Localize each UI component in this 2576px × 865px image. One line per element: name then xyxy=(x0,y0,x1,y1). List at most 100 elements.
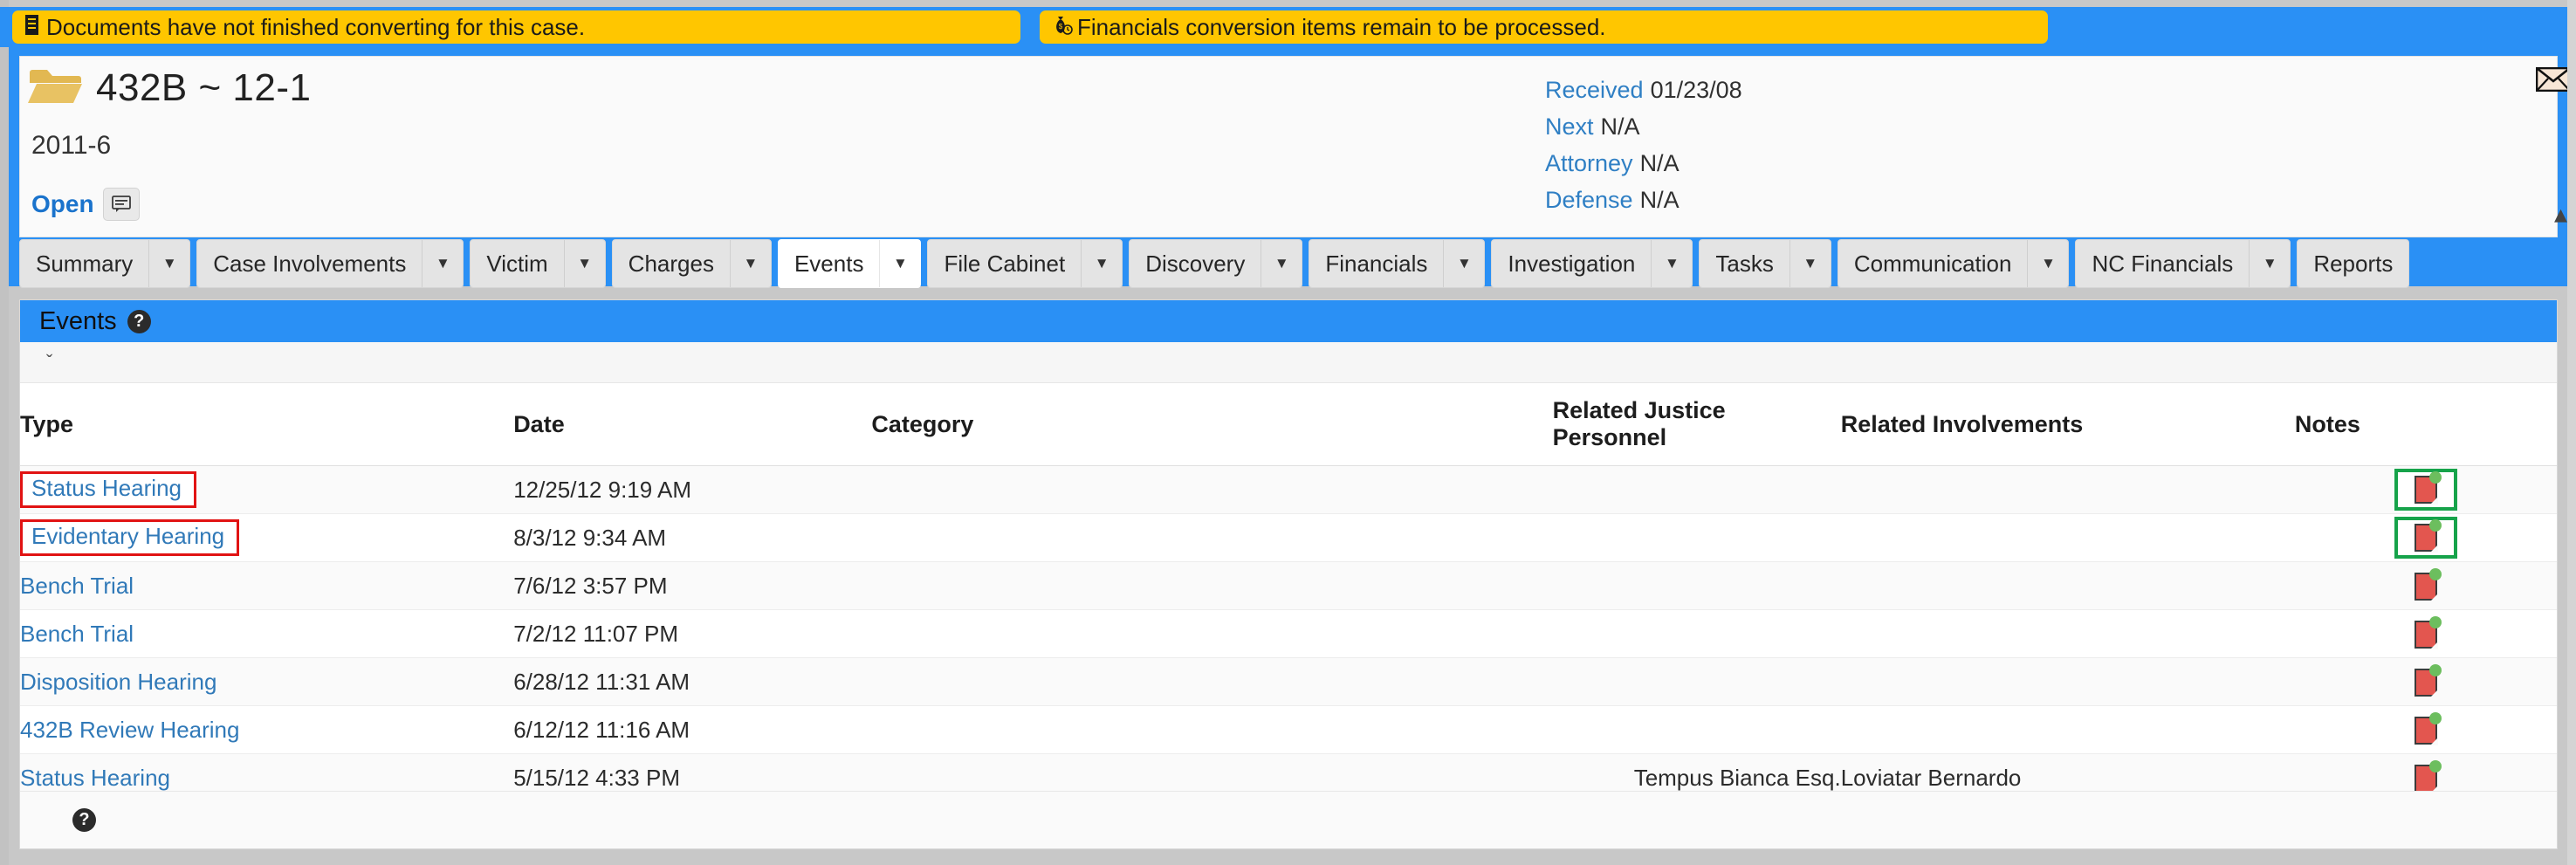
event-type-link[interactable]: Evidentary Hearing xyxy=(31,523,224,549)
tab-reports[interactable]: Reports xyxy=(2297,239,2410,288)
tab-file-cabinet[interactable]: File Cabinet ▼ xyxy=(927,239,1123,288)
note-icon[interactable] xyxy=(2414,471,2442,505)
table-row[interactable]: Evidentary Hearing 8/3/12 9:34 AM xyxy=(20,513,2557,562)
chevron-down-icon[interactable]: ▼ xyxy=(422,240,463,287)
table-row[interactable]: Status Hearing 12/25/12 9:19 AM xyxy=(20,465,2557,514)
tab-nc-financials-label[interactable]: NC Financials xyxy=(2076,240,2249,287)
meta-label-received[interactable]: Received xyxy=(1545,77,1644,103)
event-type-link[interactable]: Disposition Hearing xyxy=(20,669,216,695)
tab-charges[interactable]: Charges ▼ xyxy=(611,239,772,288)
chevron-down-icon[interactable]: ▼ xyxy=(563,240,605,287)
tab-financials[interactable]: Financials ▼ xyxy=(1309,239,1486,288)
tab-financials-label[interactable]: Financials xyxy=(1309,240,1443,287)
column-header-type[interactable]: Type xyxy=(20,383,514,466)
table-row[interactable]: Bench Trial 7/2/12 11:07 PM xyxy=(20,609,2557,658)
tab-charges-label[interactable]: Charges xyxy=(613,240,730,287)
column-header-date[interactable]: Date xyxy=(513,383,872,466)
meta-value-defense: N/A xyxy=(1639,187,1680,213)
tab-discovery-label[interactable]: Discovery xyxy=(1130,240,1261,287)
tab-case-involvements[interactable]: Case Involvements ▼ xyxy=(196,239,464,288)
chevron-down-icon[interactable]: ˇ xyxy=(46,351,52,374)
tab-events[interactable]: Events ▼ xyxy=(777,239,922,288)
event-type-link[interactable]: Status Hearing xyxy=(31,475,182,501)
chevron-down-icon[interactable]: ▼ xyxy=(1261,240,1302,287)
chevron-down-icon[interactable]: ▼ xyxy=(1443,240,1484,287)
meta-value-attorney: N/A xyxy=(1639,150,1680,176)
tab-file-cabinet-label[interactable]: File Cabinet xyxy=(928,240,1081,287)
meta-value-received: 01/23/08 xyxy=(1650,77,1742,103)
tab-communication[interactable]: Communication ▼ xyxy=(1837,239,2070,288)
tab-victim-label[interactable]: Victim xyxy=(471,240,563,287)
column-header-category[interactable]: Category xyxy=(871,383,1553,466)
chevron-down-icon[interactable]: ▼ xyxy=(729,240,771,287)
cell-notes xyxy=(2294,465,2557,514)
column-header-justice-personnel[interactable]: Related Justice Personnel xyxy=(1552,383,1841,466)
chevron-down-icon[interactable]: ▼ xyxy=(2249,240,2290,287)
help-icon[interactable]: ? xyxy=(72,808,96,832)
case-number: 2011-6 xyxy=(31,131,112,160)
annotation-box-green xyxy=(2394,469,2457,511)
chevron-down-icon[interactable]: ▼ xyxy=(1651,240,1692,287)
chevron-down-icon[interactable]: ▼ xyxy=(879,240,920,287)
tab-communication-label[interactable]: Communication xyxy=(1838,240,2028,287)
events-collapse-toggle[interactable]: ˇ xyxy=(20,342,2557,383)
column-header-notes[interactable]: Notes xyxy=(2294,383,2557,466)
chevron-up-icon[interactable]: ▴ xyxy=(2554,199,2567,230)
event-type-link[interactable]: Status Hearing xyxy=(20,765,170,791)
tab-summary-label[interactable]: Summary xyxy=(20,240,148,287)
event-type-link[interactable]: Bench Trial xyxy=(20,621,134,647)
annotation-box-red: Status Hearing xyxy=(20,471,196,508)
tab-victim[interactable]: Victim ▼ xyxy=(470,239,606,288)
envelope-icon[interactable] xyxy=(2535,63,2572,98)
alert-banner-strip: Documents have not finished converting f… xyxy=(0,7,2576,47)
left-edge-scrollbar[interactable] xyxy=(0,0,9,865)
cell-justice-personnel xyxy=(1552,705,1841,754)
chevron-down-icon[interactable]: ▼ xyxy=(148,240,189,287)
meta-label-defense[interactable]: Defense xyxy=(1545,187,1633,213)
cell-involvements xyxy=(1840,657,2295,706)
note-icon[interactable] xyxy=(2414,663,2442,697)
events-table: Type Date Category Related Justice Perso… xyxy=(20,383,2557,802)
note-icon[interactable] xyxy=(2414,519,2442,553)
note-icon[interactable] xyxy=(2414,711,2442,745)
tab-case-involvements-label[interactable]: Case Involvements xyxy=(197,240,422,287)
table-row[interactable]: Bench Trial 7/6/12 3:57 PM xyxy=(20,561,2557,610)
tab-investigation[interactable]: Investigation ▼ xyxy=(1491,239,1693,288)
note-icon[interactable] xyxy=(2414,759,2442,793)
chevron-down-icon[interactable]: ▼ xyxy=(2027,240,2068,287)
meta-label-next[interactable]: Next xyxy=(1545,113,1594,140)
meta-label-attorney[interactable]: Attorney xyxy=(1545,150,1633,176)
event-type-link[interactable]: 432B Review Hearing xyxy=(20,717,239,743)
chevron-down-icon[interactable]: ▼ xyxy=(1789,240,1831,287)
tab-summary[interactable]: Summary ▼ xyxy=(19,239,191,288)
tab-tasks[interactable]: Tasks ▼ xyxy=(1699,239,1831,288)
event-type-link[interactable]: Bench Trial xyxy=(20,573,134,599)
alert-financials-conversion[interactable]: $ Financials conversion items remain to … xyxy=(1040,10,2048,44)
tab-nc-financials[interactable]: NC Financials ▼ xyxy=(2075,239,2291,288)
meta-row-defense: Defense N/A xyxy=(1545,182,1742,218)
tab-events-label[interactable]: Events xyxy=(779,240,880,287)
page-title: 432B ~ 12-1 xyxy=(96,66,312,109)
column-header-involvements[interactable]: Related Involvements xyxy=(1840,383,2295,466)
case-header-card xyxy=(19,56,2558,237)
cell-involvements xyxy=(1840,513,2295,562)
page-scrollbar[interactable] xyxy=(2567,0,2576,865)
cell-type: Bench Trial xyxy=(20,609,514,658)
meta-row-received: Received 01/23/08 xyxy=(1545,72,1742,108)
tab-reports-label[interactable]: Reports xyxy=(2298,240,2408,287)
cell-notes xyxy=(2294,609,2557,658)
comment-icon[interactable] xyxy=(102,188,140,221)
note-icon[interactable] xyxy=(2414,567,2442,601)
chevron-down-icon[interactable]: ▼ xyxy=(1081,240,1122,287)
cell-date: 7/6/12 3:57 PM xyxy=(513,561,872,610)
tab-tasks-label[interactable]: Tasks xyxy=(1700,240,1789,287)
note-icon[interactable] xyxy=(2414,615,2442,649)
tab-discovery[interactable]: Discovery ▼ xyxy=(1129,239,1303,288)
alert-documents-converting[interactable]: Documents have not finished converting f… xyxy=(12,10,1020,44)
table-row[interactable]: Disposition Hearing 6/28/12 11:31 AM xyxy=(20,657,2557,706)
cell-type: 432B Review Hearing xyxy=(20,705,514,754)
tab-investigation-label[interactable]: Investigation xyxy=(1492,240,1651,287)
case-status-link[interactable]: Open xyxy=(31,190,94,218)
help-icon[interactable]: ? xyxy=(127,309,151,333)
table-row[interactable]: 432B Review Hearing 6/12/12 11:16 AM xyxy=(20,705,2557,754)
